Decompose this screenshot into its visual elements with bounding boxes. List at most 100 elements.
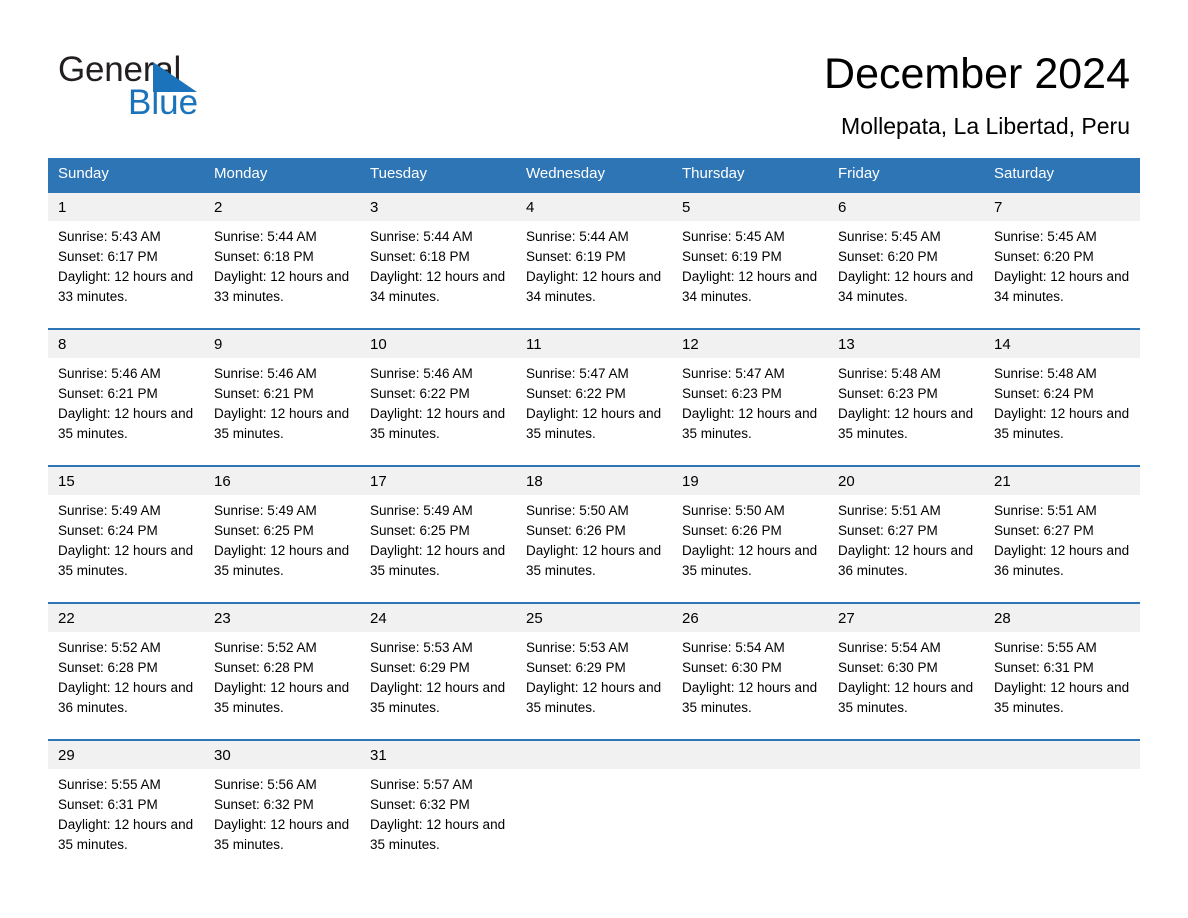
day-number[interactable]: 10 xyxy=(360,330,516,358)
day-number[interactable]: 3 xyxy=(360,193,516,221)
day-number[interactable]: 21 xyxy=(984,467,1140,495)
day-cell[interactable]: Sunrise: 5:54 AM Sunset: 6:30 PM Dayligh… xyxy=(828,632,984,739)
day-cell-empty xyxy=(828,769,984,873)
day-cell[interactable]: Sunrise: 5:45 AM Sunset: 6:20 PM Dayligh… xyxy=(984,221,1140,328)
day-cell[interactable]: Sunrise: 5:51 AM Sunset: 6:27 PM Dayligh… xyxy=(828,495,984,602)
sunset-text: Sunset: 6:17 PM xyxy=(58,249,158,264)
week-detail-strip: Sunrise: 5:43 AM Sunset: 6:17 PM Dayligh… xyxy=(48,221,1140,328)
daylight-text: Daylight: 12 hours and 35 minutes. xyxy=(214,680,350,715)
day-cell[interactable]: Sunrise: 5:49 AM Sunset: 6:25 PM Dayligh… xyxy=(360,495,516,602)
weekday-header-friday: Friday xyxy=(838,165,880,182)
sunset-text: Sunset: 6:31 PM xyxy=(58,797,158,812)
daylight-text: Daylight: 12 hours and 35 minutes. xyxy=(526,680,662,715)
day-number[interactable]: 13 xyxy=(828,330,984,358)
day-cell[interactable]: Sunrise: 5:47 AM Sunset: 6:23 PM Dayligh… xyxy=(672,358,828,465)
day-cell[interactable]: Sunrise: 5:54 AM Sunset: 6:30 PM Dayligh… xyxy=(672,632,828,739)
day-cell[interactable]: Sunrise: 5:55 AM Sunset: 6:31 PM Dayligh… xyxy=(48,769,204,873)
sunrise-text: Sunrise: 5:46 AM xyxy=(370,366,473,381)
day-number[interactable]: 31 xyxy=(360,741,516,769)
day-cell[interactable]: Sunrise: 5:47 AM Sunset: 6:22 PM Dayligh… xyxy=(516,358,672,465)
sunset-text: Sunset: 6:18 PM xyxy=(214,249,314,264)
day-cell[interactable]: Sunrise: 5:50 AM Sunset: 6:26 PM Dayligh… xyxy=(672,495,828,602)
sunset-text: Sunset: 6:31 PM xyxy=(994,660,1094,675)
generalblue-logo[interactable]: General Blue xyxy=(58,52,358,132)
sunrise-text: Sunrise: 5:56 AM xyxy=(214,777,317,792)
day-number[interactable]: 9 xyxy=(204,330,360,358)
daylight-text: Daylight: 12 hours and 35 minutes. xyxy=(994,406,1130,441)
sunrise-text: Sunrise: 5:49 AM xyxy=(58,503,161,518)
sunrise-text: Sunrise: 5:47 AM xyxy=(682,366,785,381)
day-cell[interactable]: Sunrise: 5:44 AM Sunset: 6:19 PM Dayligh… xyxy=(516,221,672,328)
day-number[interactable]: 18 xyxy=(516,467,672,495)
day-cell[interactable]: Sunrise: 5:44 AM Sunset: 6:18 PM Dayligh… xyxy=(204,221,360,328)
day-cell[interactable]: Sunrise: 5:52 AM Sunset: 6:28 PM Dayligh… xyxy=(204,632,360,739)
day-number[interactable]: 22 xyxy=(48,604,204,632)
day-number[interactable]: 24 xyxy=(360,604,516,632)
calendar-grid: Sunday Monday Tuesday Wednesday Thursday… xyxy=(48,158,1140,873)
day-cell[interactable]: Sunrise: 5:45 AM Sunset: 6:20 PM Dayligh… xyxy=(828,221,984,328)
sunset-text: Sunset: 6:23 PM xyxy=(682,386,782,401)
day-cell[interactable]: Sunrise: 5:43 AM Sunset: 6:17 PM Dayligh… xyxy=(48,221,204,328)
day-number[interactable]: 17 xyxy=(360,467,516,495)
day-number[interactable]: 2 xyxy=(204,193,360,221)
week-daynumber-strip: 22 23 24 25 26 27 28 xyxy=(48,604,1140,632)
day-number[interactable]: 6 xyxy=(828,193,984,221)
day-cell[interactable]: Sunrise: 5:46 AM Sunset: 6:21 PM Dayligh… xyxy=(48,358,204,465)
day-number[interactable]: 28 xyxy=(984,604,1140,632)
day-number[interactable]: 27 xyxy=(828,604,984,632)
sunrise-text: Sunrise: 5:46 AM xyxy=(214,366,317,381)
day-cell[interactable]: Sunrise: 5:48 AM Sunset: 6:23 PM Dayligh… xyxy=(828,358,984,465)
week-daynumber-strip: 29 30 31 xyxy=(48,741,1140,769)
day-cell[interactable]: Sunrise: 5:53 AM Sunset: 6:29 PM Dayligh… xyxy=(516,632,672,739)
sunrise-text: Sunrise: 5:51 AM xyxy=(838,503,941,518)
day-number[interactable]: 11 xyxy=(516,330,672,358)
day-cell[interactable]: Sunrise: 5:57 AM Sunset: 6:32 PM Dayligh… xyxy=(360,769,516,873)
sunset-text: Sunset: 6:28 PM xyxy=(214,660,314,675)
day-cell[interactable]: Sunrise: 5:46 AM Sunset: 6:21 PM Dayligh… xyxy=(204,358,360,465)
day-number[interactable]: 16 xyxy=(204,467,360,495)
week-daynumber-strip: 8 9 10 11 12 13 14 xyxy=(48,330,1140,358)
day-cell[interactable]: Sunrise: 5:49 AM Sunset: 6:25 PM Dayligh… xyxy=(204,495,360,602)
day-number[interactable]: 5 xyxy=(672,193,828,221)
day-number[interactable]: 15 xyxy=(48,467,204,495)
day-number[interactable]: 19 xyxy=(672,467,828,495)
day-cell[interactable]: Sunrise: 5:53 AM Sunset: 6:29 PM Dayligh… xyxy=(360,632,516,739)
day-cell-empty xyxy=(984,769,1140,873)
day-cell[interactable]: Sunrise: 5:48 AM Sunset: 6:24 PM Dayligh… xyxy=(984,358,1140,465)
daylight-text: Daylight: 12 hours and 35 minutes. xyxy=(214,406,350,441)
day-cell[interactable]: Sunrise: 5:45 AM Sunset: 6:19 PM Dayligh… xyxy=(672,221,828,328)
day-number[interactable]: 7 xyxy=(984,193,1140,221)
day-number[interactable]: 25 xyxy=(516,604,672,632)
day-number[interactable]: 8 xyxy=(48,330,204,358)
logo-text-blue: Blue xyxy=(128,83,199,122)
day-number[interactable]: 14 xyxy=(984,330,1140,358)
title-block: December 2024 Mollepata, La Libertad, Pe… xyxy=(824,48,1130,142)
day-cell[interactable]: Sunrise: 5:51 AM Sunset: 6:27 PM Dayligh… xyxy=(984,495,1140,602)
sunrise-text: Sunrise: 5:45 AM xyxy=(838,229,941,244)
day-number[interactable]: 26 xyxy=(672,604,828,632)
day-cell[interactable]: Sunrise: 5:52 AM Sunset: 6:28 PM Dayligh… xyxy=(48,632,204,739)
week-detail-strip: Sunrise: 5:52 AM Sunset: 6:28 PM Dayligh… xyxy=(48,632,1140,739)
page-title: December 2024 xyxy=(824,50,1130,98)
day-cell[interactable]: Sunrise: 5:50 AM Sunset: 6:26 PM Dayligh… xyxy=(516,495,672,602)
day-number[interactable]: 12 xyxy=(672,330,828,358)
day-number[interactable]: 4 xyxy=(516,193,672,221)
day-number[interactable]: 20 xyxy=(828,467,984,495)
day-number-empty xyxy=(828,741,984,769)
day-cell[interactable]: Sunrise: 5:46 AM Sunset: 6:22 PM Dayligh… xyxy=(360,358,516,465)
sunset-text: Sunset: 6:25 PM xyxy=(214,523,314,538)
daylight-text: Daylight: 12 hours and 34 minutes. xyxy=(994,269,1130,304)
day-cell[interactable]: Sunrise: 5:55 AM Sunset: 6:31 PM Dayligh… xyxy=(984,632,1140,739)
day-cell[interactable]: Sunrise: 5:44 AM Sunset: 6:18 PM Dayligh… xyxy=(360,221,516,328)
day-number[interactable]: 1 xyxy=(48,193,204,221)
day-cell[interactable]: Sunrise: 5:49 AM Sunset: 6:24 PM Dayligh… xyxy=(48,495,204,602)
daylight-text: Daylight: 12 hours and 35 minutes. xyxy=(370,406,506,441)
calendar-page: General Blue December 2024 Mollepata, La… xyxy=(0,0,1188,918)
day-cell[interactable]: Sunrise: 5:56 AM Sunset: 6:32 PM Dayligh… xyxy=(204,769,360,873)
day-number[interactable]: 29 xyxy=(48,741,204,769)
daylight-text: Daylight: 12 hours and 35 minutes. xyxy=(682,680,818,715)
sunset-text: Sunset: 6:20 PM xyxy=(994,249,1094,264)
day-number[interactable]: 30 xyxy=(204,741,360,769)
day-number[interactable]: 23 xyxy=(204,604,360,632)
week-daynumber-strip: 15 16 17 18 19 20 21 xyxy=(48,467,1140,495)
